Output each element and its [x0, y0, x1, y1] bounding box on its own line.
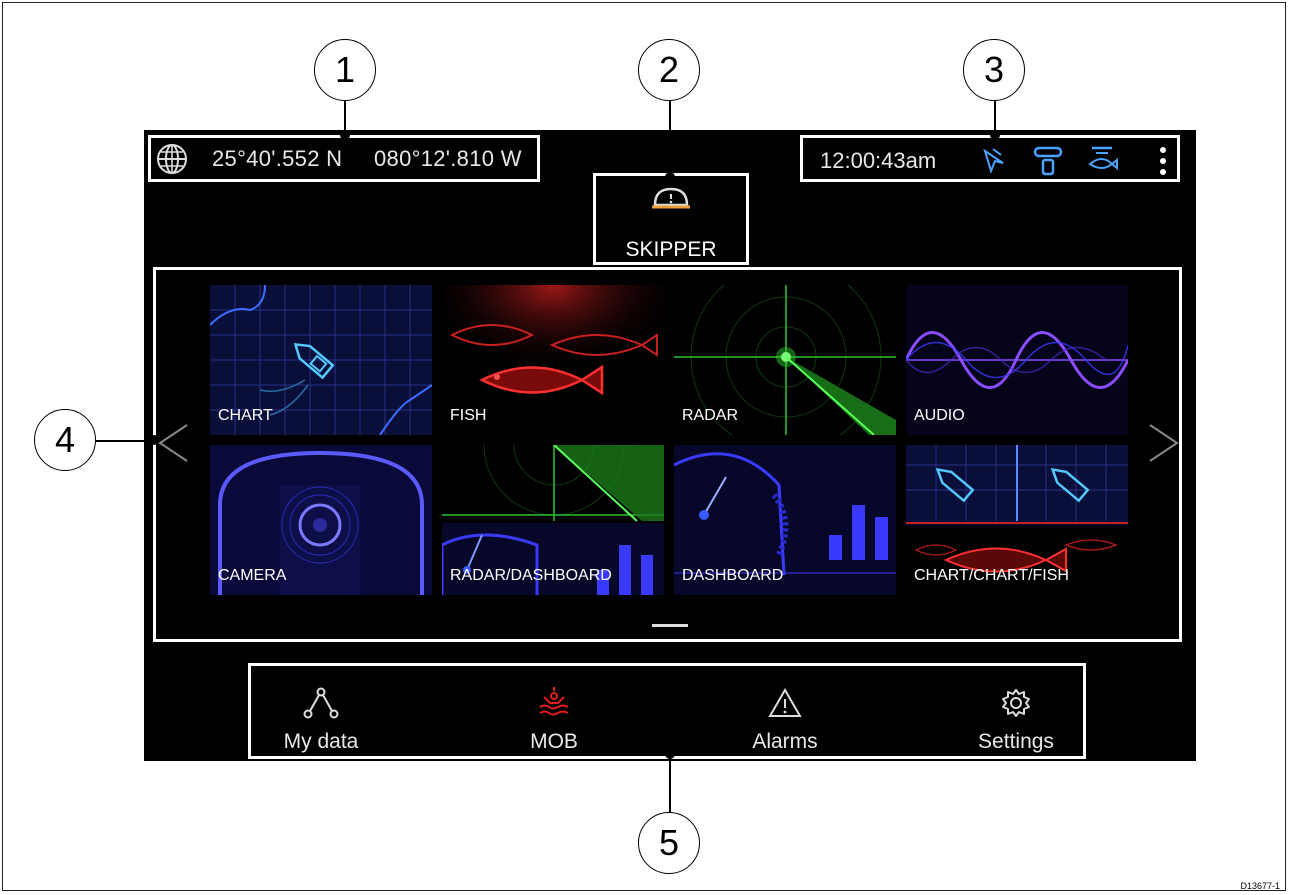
status-box: 12:00:43am	[800, 135, 1180, 182]
drawing-code: D13677-1	[1240, 881, 1280, 891]
prev-page-arrow[interactable]	[154, 423, 190, 468]
leader-dot-4	[149, 435, 159, 445]
callout-4: 4	[34, 409, 96, 471]
leader-dot-5	[665, 749, 675, 759]
app-tile-chart[interactable]: CHART	[210, 285, 432, 435]
next-page-arrow[interactable]	[1147, 423, 1183, 468]
app-tile-chart-chart-fish[interactable]: CHART/CHART/FISH	[906, 445, 1128, 595]
leader-line-2	[669, 101, 671, 178]
callout-3: 3	[963, 39, 1025, 101]
app-label: CHART/CHART/FISH	[914, 567, 1069, 584]
my-data-icon	[303, 687, 339, 723]
latitude-text: 25°40'.552 N	[212, 146, 343, 171]
app-label: CHART	[218, 407, 273, 424]
leader-line-5	[669, 752, 671, 814]
app-label: RADAR/DASHBOARD	[450, 567, 612, 584]
homescreen: 25°40'.552 N 080°12'.810 W 12:00:43am SK…	[144, 130, 1196, 761]
settings-label: Settings	[978, 730, 1054, 753]
alarm-icon	[767, 687, 803, 723]
sonar-icon[interactable]	[1086, 144, 1118, 181]
globe-icon[interactable]	[156, 143, 188, 180]
callout-5: 5	[638, 812, 700, 874]
page-indicator	[652, 624, 688, 627]
app-label: FISH	[450, 407, 487, 424]
app-label: CAMERA	[218, 567, 287, 584]
app-label: AUDIO	[914, 407, 965, 424]
my-data-button[interactable]: My data	[241, 687, 401, 754]
app-tile-dashboard[interactable]: DASHBOARD	[674, 445, 896, 595]
callout-2: 2	[638, 39, 700, 101]
app-tile-radar-dashboard[interactable]: RADAR/DASHBOARD	[442, 445, 664, 595]
my-data-label: My data	[283, 730, 359, 753]
more-vert-icon[interactable]	[1159, 147, 1167, 180]
profile-name: SKIPPER	[625, 238, 717, 261]
leader-dot-1	[340, 130, 350, 140]
app-tile-camera[interactable]: CAMERA	[210, 445, 432, 595]
profile-box[interactable]: SKIPPER	[593, 173, 749, 265]
callout-1: 1	[314, 39, 376, 101]
position-box: 25°40'.552 N 080°12'.810 W	[148, 135, 540, 182]
alarms-button[interactable]: Alarms	[705, 687, 865, 754]
settings-button[interactable]: Settings	[936, 687, 1096, 754]
app-tile-fish[interactable]: FISH	[442, 285, 664, 435]
autopilot-icon[interactable]	[1033, 144, 1063, 181]
alarms-label: Alarms	[752, 730, 818, 753]
leader-dot-3	[990, 130, 1000, 140]
mob-button[interactable]: MOB	[474, 687, 634, 754]
mob-label: MOB	[530, 730, 578, 753]
app-tile-radar[interactable]: RADAR	[674, 285, 896, 435]
app-label: DASHBOARD	[682, 567, 784, 584]
settings-icon	[998, 689, 1034, 723]
leader-line-4	[94, 440, 154, 442]
gps-icon[interactable]	[981, 145, 1007, 180]
mob-icon	[536, 687, 572, 723]
leader-dot-2	[665, 172, 675, 182]
longitude-text: 080°12'.810 W	[374, 146, 522, 171]
skipper-icon	[649, 185, 693, 222]
clock-text: 12:00:43am	[820, 148, 937, 173]
app-label: RADAR	[682, 407, 739, 424]
app-tile-audio[interactable]: AUDIO	[906, 285, 1128, 435]
